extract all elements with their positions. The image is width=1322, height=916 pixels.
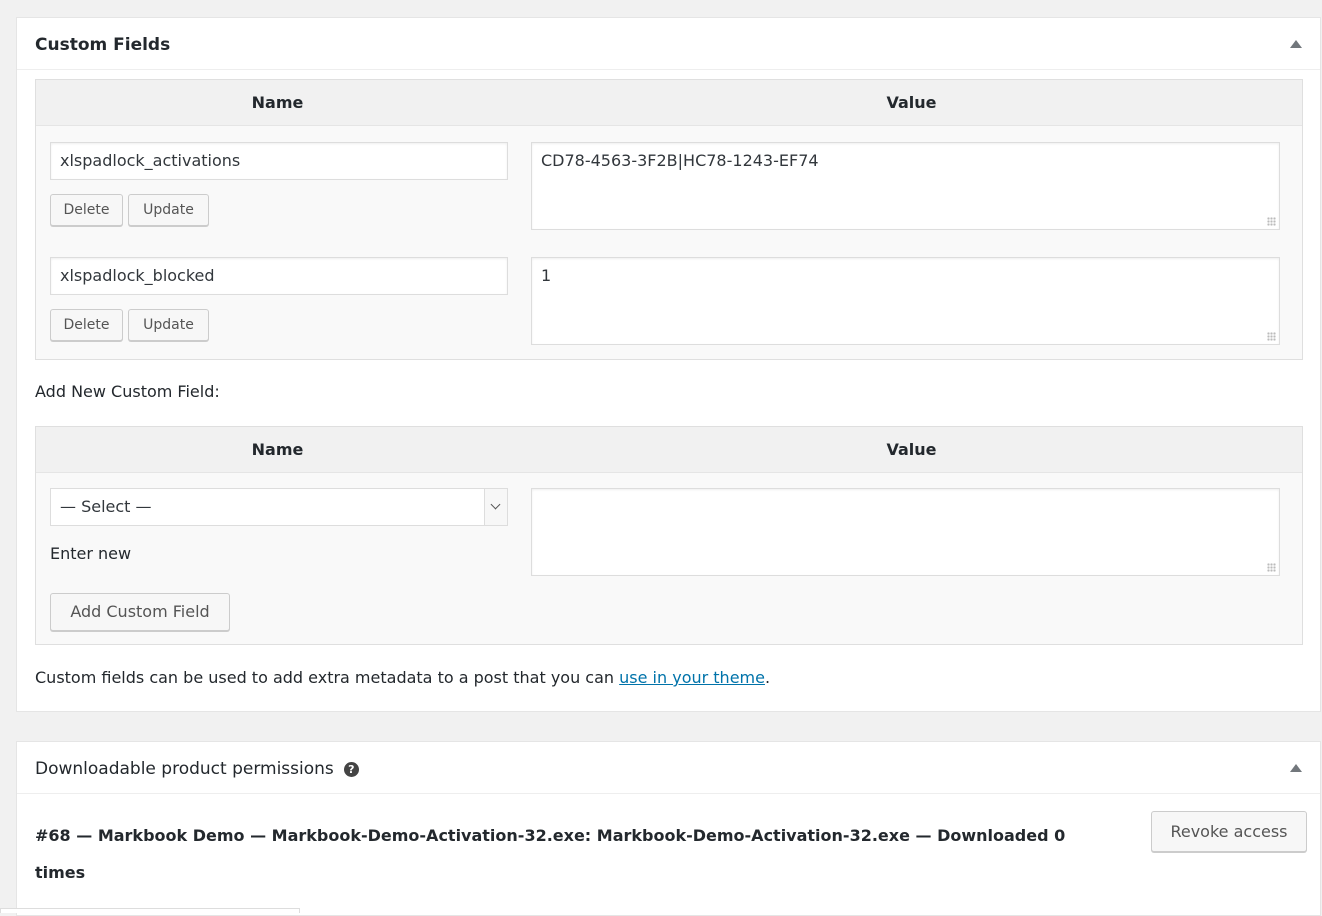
field-value-text: 1 [541,266,552,285]
table-header: Name Value [36,427,1302,473]
existing-fields-table: Name Value xlspadlock_activations Delete… [35,79,1303,360]
add-new-heading: Add New Custom Field: [35,382,220,401]
field-name-input[interactable]: xlspadlock_activations [50,142,508,180]
add-custom-field-button[interactable]: Add Custom Field [50,593,230,631]
field-name-select[interactable]: — Select — [50,488,508,526]
permission-description: #68 — Markbook Demo — Markbook-Demo-Acti… [35,826,1066,882]
column-header-value: Value [886,440,937,459]
download-permissions-title-text: Downloadable product permissions [35,759,334,779]
column-header-value: Value [886,93,937,112]
enter-new-link[interactable]: Enter new [50,544,131,563]
download-permissions-title: Downloadable product permissions? [35,759,359,779]
custom-fields-box: Custom Fields Name Value xlspadlock_acti… [16,17,1321,712]
update-button[interactable]: Update [128,309,209,341]
help-text-suffix: . [764,668,771,687]
help-icon[interactable]: ? [343,761,359,777]
collapse-arrow-icon[interactable] [1290,40,1302,48]
chevron-down-icon[interactable] [484,489,507,525]
partial-element [0,908,300,913]
delete-button[interactable]: Delete [50,194,123,226]
download-permissions-header[interactable]: Downloadable product permissions? [17,742,1320,794]
resize-grip-icon[interactable] [1267,563,1276,572]
download-permissions-box: Downloadable product permissions? #68 — … [16,741,1321,916]
new-field-table: Name Value — Select — Enter new Add Cust… [35,426,1303,645]
custom-fields-title: Custom Fields [35,35,171,55]
field-name-input[interactable]: xlspadlock_blocked [50,257,508,295]
select-value: — Select — [60,497,152,516]
custom-fields-header[interactable]: Custom Fields [17,18,1320,70]
field-value-text: CD78-4563-3F2B|HC78-1243-EF74 [541,151,819,170]
custom-fields-help-text: Custom fields can be used to add extra m… [35,668,770,687]
column-header-name: Name [251,440,304,459]
revoke-access-button[interactable]: Revoke access [1151,811,1307,852]
resize-grip-icon[interactable] [1267,332,1276,341]
use-in-theme-link[interactable]: use in your theme [619,668,765,687]
field-value-textarea[interactable]: CD78-4563-3F2B|HC78-1243-EF74 [531,142,1280,230]
table-header: Name Value [36,80,1302,126]
resize-grip-icon[interactable] [1267,217,1276,226]
column-header-name: Name [251,93,304,112]
field-value-textarea[interactable]: 1 [531,257,1280,345]
update-button[interactable]: Update [128,194,209,226]
new-value-textarea[interactable] [531,488,1280,576]
collapse-arrow-icon[interactable] [1290,764,1302,772]
help-text-prefix: Custom fields can be used to add extra m… [35,668,620,687]
delete-button[interactable]: Delete [50,309,123,341]
